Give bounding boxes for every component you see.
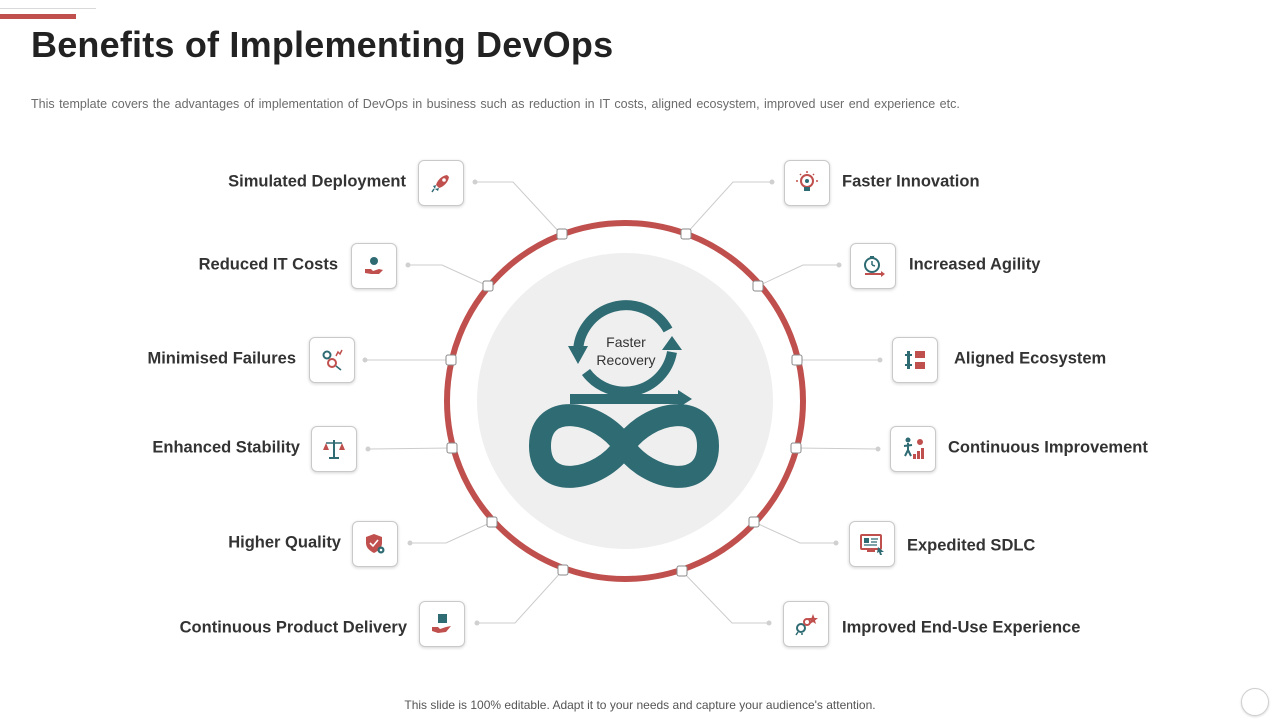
connector-right-6 <box>681 570 769 624</box>
benefit-label-minimised-failures: Minimised Failures <box>147 349 296 368</box>
benefit-label-faster-innovation: Faster Innovation <box>842 172 980 191</box>
rocket-icon <box>418 160 464 206</box>
center-label-line2: Recovery <box>596 352 656 368</box>
gears-chart-icon <box>309 337 355 383</box>
connector-right-2 <box>757 264 839 287</box>
footer-note: This slide is 100% editable. Adapt it to… <box>404 698 876 712</box>
lightbulb-icon <box>784 160 830 206</box>
hand-box-icon <box>419 601 465 647</box>
benefit-label-expedited-sdlc: Expedited SDLC <box>907 536 1036 555</box>
center-label-line1: Faster <box>606 334 646 350</box>
connector-left-1 <box>475 181 562 235</box>
benefit-label-increased-agility: Increased Agility <box>909 255 1041 274</box>
connector-left-6 <box>477 569 564 624</box>
benefit-label-enhanced-stability: Enhanced Stability <box>152 438 300 457</box>
benefit-label-reduced-it-costs: Reduced IT Costs <box>198 255 338 274</box>
center-label: Faster Recovery <box>581 333 671 369</box>
benefit-label-aligned-ecosystem: Aligned Ecosystem <box>954 349 1107 368</box>
benefit-label-simulated-deployment: Simulated Deployment <box>228 172 406 191</box>
stopwatch-arrow-icon <box>850 243 896 289</box>
monitor-cursor-icon <box>849 521 895 567</box>
connector-left-2 <box>408 264 489 287</box>
connector-right-5 <box>753 521 836 544</box>
corner-badge <box>1241 688 1269 716</box>
gears-star-icon <box>783 601 829 647</box>
ecosystem-icon <box>892 337 938 383</box>
connector-right-1 <box>685 181 772 235</box>
person-steps-icon <box>890 426 936 472</box>
hand-coin-icon <box>351 243 397 289</box>
benefit-label-improved-end-use-experience: Improved End-Use Experience <box>842 618 1081 637</box>
connector-left-4 <box>367 447 453 450</box>
connector-left-5 <box>410 521 493 544</box>
benefit-label-continuous-improvement: Continuous Improvement <box>948 438 1148 457</box>
benefit-label-higher-quality: Higher Quality <box>228 533 341 552</box>
connector-right-4 <box>795 447 879 450</box>
benefit-label-continuous-product-delivery: Continuous Product Delivery <box>179 618 407 637</box>
balance-scale-icon <box>311 426 357 472</box>
shield-gear-icon <box>352 521 398 567</box>
